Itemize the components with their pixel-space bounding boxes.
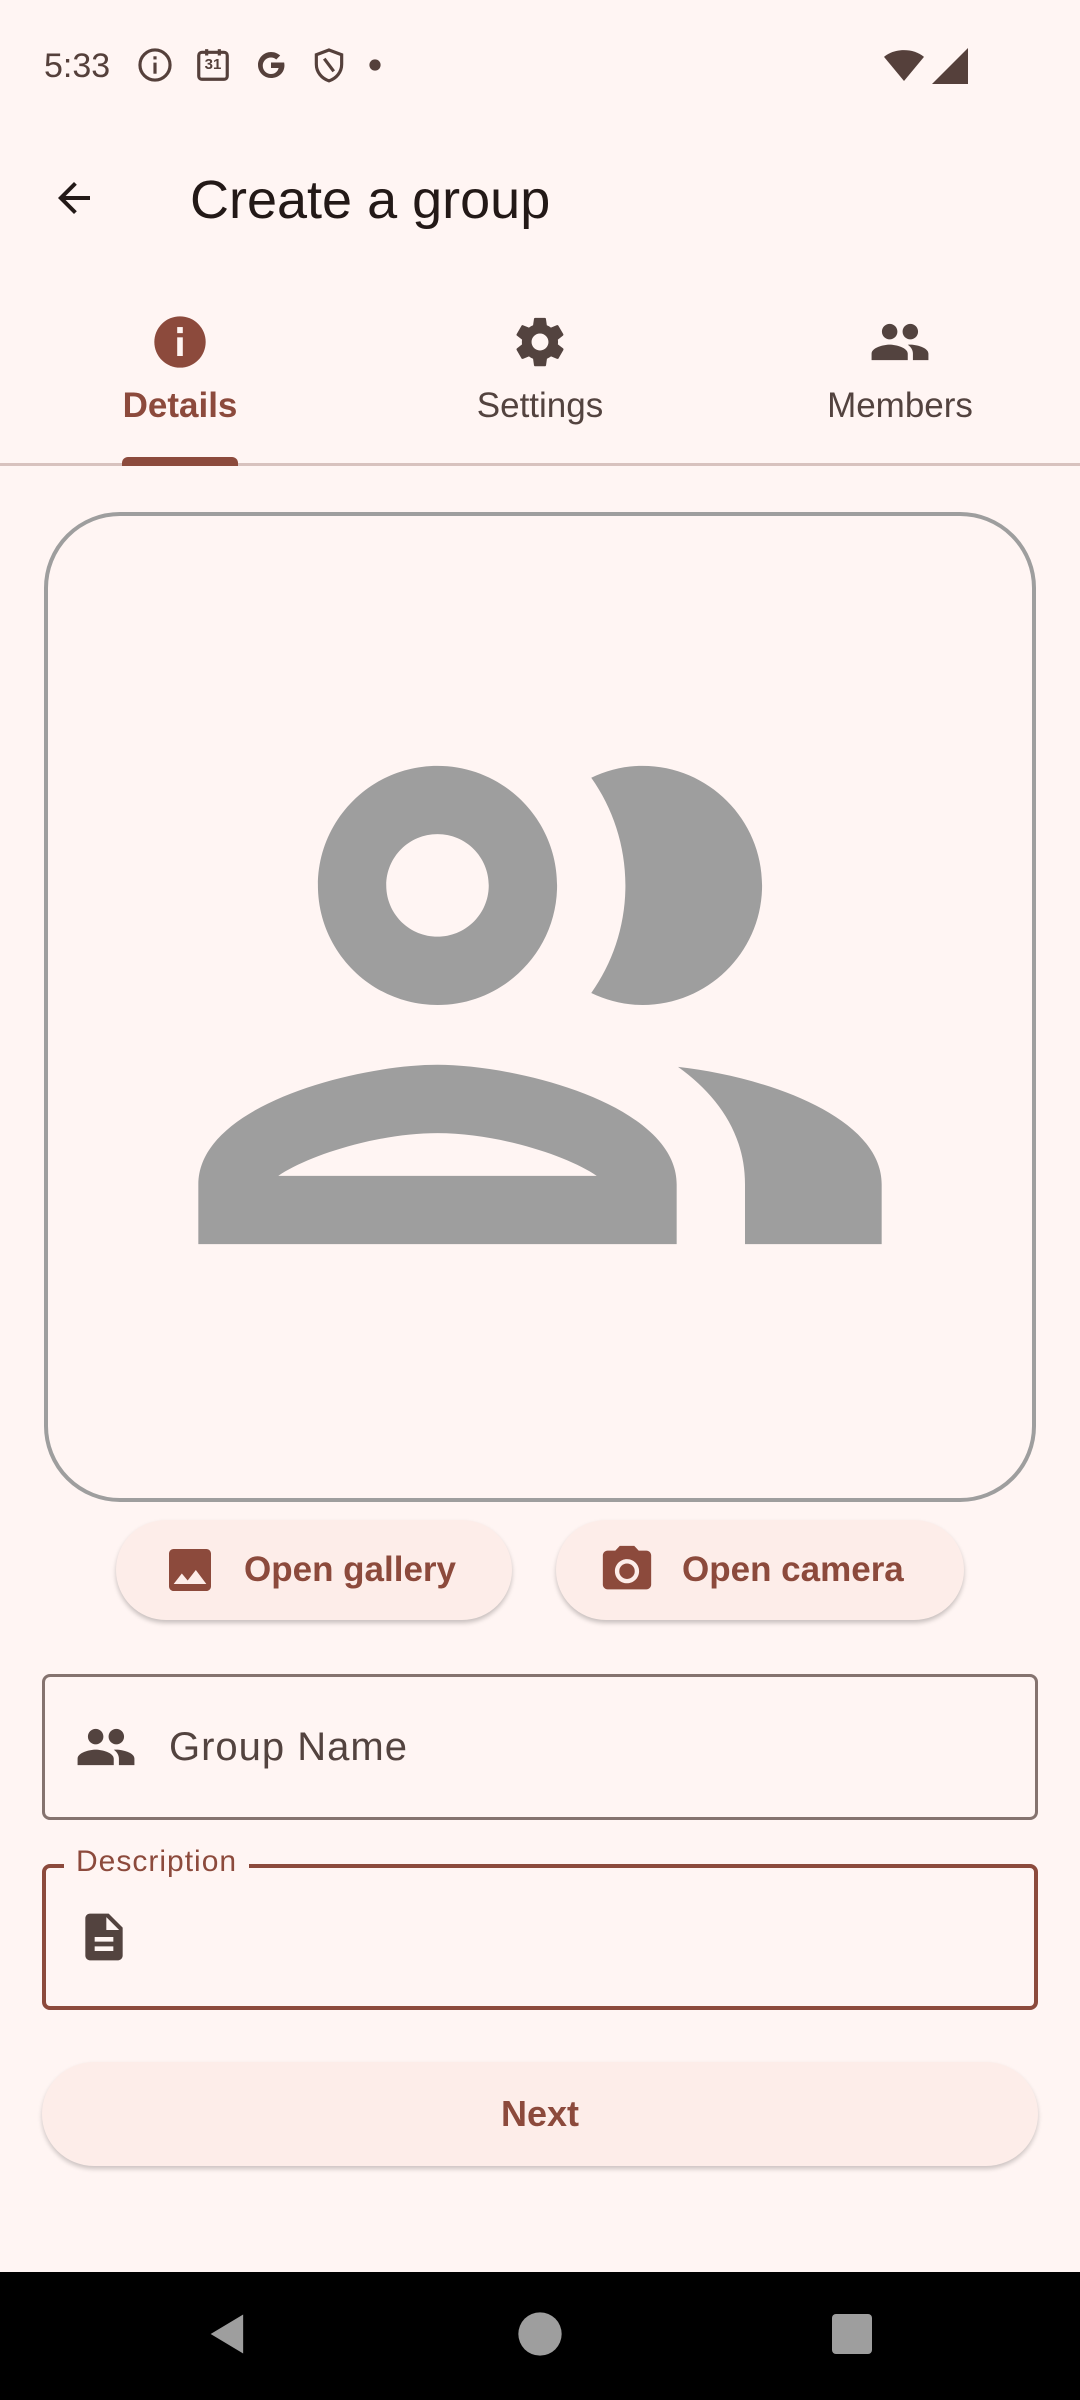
image-icon: [162, 1542, 218, 1598]
open-camera-button[interactable]: Open camera: [556, 1520, 964, 1620]
system-nav-bar: [0, 2272, 1080, 2400]
page-title: Create a group: [190, 170, 551, 230]
tab-label: Members: [827, 386, 973, 425]
tab-settings[interactable]: Settings: [360, 290, 720, 463]
dot-icon: [368, 58, 382, 72]
status-right: [884, 48, 968, 89]
group-avatar[interactable]: [44, 512, 1036, 1502]
info-icon: [136, 46, 174, 84]
tab-bar: Details Settings Members: [0, 290, 1080, 466]
arrow-back-icon: [50, 174, 98, 227]
nav-home-button[interactable]: [504, 2300, 576, 2372]
nav-recents-button[interactable]: [816, 2300, 888, 2372]
tab-details[interactable]: Details: [0, 290, 360, 466]
status-bar: 5:33 31: [0, 0, 1080, 134]
tab-label: Details: [122, 386, 238, 425]
wifi-icon: [884, 48, 924, 89]
home-nav-icon: [514, 2308, 566, 2365]
shield-icon: [310, 46, 348, 84]
next-button[interactable]: Next: [42, 2062, 1038, 2166]
group-name-field[interactable]: [42, 1674, 1038, 1820]
gear-icon: [511, 312, 569, 372]
group-icon: [869, 312, 931, 372]
tab-label: Settings: [476, 386, 604, 425]
info-icon: [152, 312, 208, 372]
app-bar: Create a group: [0, 134, 1080, 268]
signal-icon: [932, 48, 968, 89]
google-icon: [252, 46, 290, 84]
status-time: 5:33: [44, 47, 111, 85]
status-icons: 31: [136, 46, 382, 84]
open-gallery-button[interactable]: Open gallery: [116, 1520, 512, 1620]
document-icon: [76, 1909, 132, 1965]
group-name-input[interactable]: [169, 1677, 1009, 1817]
calendar-day: 31: [204, 56, 222, 73]
nav-back-button[interactable]: [192, 2300, 264, 2372]
back-button[interactable]: [38, 164, 110, 236]
recents-nav-icon: [828, 2310, 876, 2363]
description-field[interactable]: Description: [42, 1844, 1038, 2010]
back-nav-icon: [202, 2308, 254, 2365]
calendar-icon: 31: [194, 46, 232, 84]
group-icon: [75, 1716, 137, 1778]
camera-icon: [598, 1541, 656, 1599]
open-camera-label: Open camera: [682, 1550, 904, 1589]
open-gallery-label: Open gallery: [244, 1550, 457, 1589]
tab-active-indicator: [122, 457, 238, 466]
group-placeholder-icon: [130, 595, 950, 1420]
description-input[interactable]: [170, 1868, 1010, 2006]
tab-members[interactable]: Members: [720, 290, 1080, 463]
